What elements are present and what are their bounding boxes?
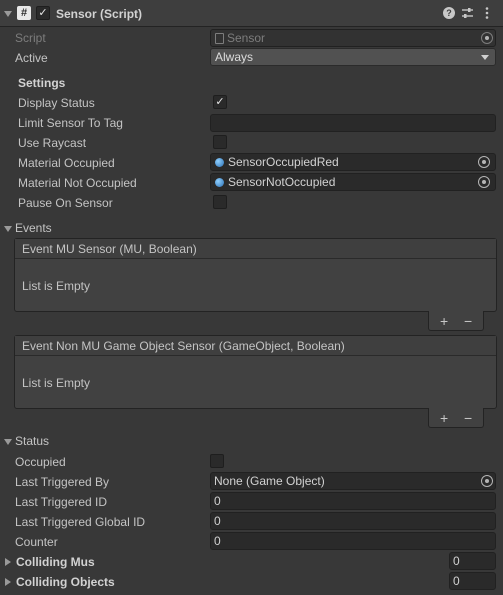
object-picker-icon[interactable] bbox=[481, 32, 493, 44]
colliding-mus-foldout-arrow[interactable] bbox=[5, 558, 11, 566]
colliding-objects-foldout-arrow[interactable] bbox=[5, 578, 11, 586]
status-heading[interactable]: Status bbox=[15, 433, 49, 449]
colliding-mus-count-value: 0 bbox=[453, 554, 460, 568]
event-mu-sensor-header: Event MU Sensor (MU, Boolean) bbox=[15, 239, 496, 259]
object-picker-icon[interactable] bbox=[478, 176, 490, 188]
event-mu-sensor-footer: + − bbox=[428, 311, 484, 331]
event-non-mu-sensor-empty: List is Empty bbox=[22, 376, 91, 390]
display-status-checkbox[interactable]: ✓ bbox=[213, 95, 227, 109]
active-dropdown[interactable]: Always bbox=[210, 48, 496, 66]
colliding-objects-label[interactable]: Colliding Objects bbox=[16, 574, 115, 590]
last-triggered-by-field[interactable]: None (Game Object) bbox=[210, 472, 496, 490]
last-triggered-global-id-label: Last Triggered Global ID bbox=[15, 515, 146, 529]
last-triggered-global-id-value: 0 bbox=[214, 514, 221, 528]
counter-field[interactable]: 0 bbox=[210, 532, 496, 550]
material-occupied-field[interactable]: SensorOccupiedRed bbox=[210, 153, 496, 171]
last-triggered-id-value: 0 bbox=[214, 494, 221, 508]
context-menu-icon[interactable] bbox=[484, 6, 490, 20]
script-field[interactable]: Sensor bbox=[210, 29, 496, 47]
object-picker-icon[interactable] bbox=[478, 156, 490, 168]
remove-listener-button[interactable]: − bbox=[464, 411, 472, 425]
colliding-objects-count[interactable]: 0 bbox=[449, 572, 496, 590]
last-triggered-global-id-field[interactable]: 0 bbox=[210, 512, 496, 530]
object-picker-icon[interactable] bbox=[481, 475, 493, 487]
pause-on-sensor-label: Pause On Sensor bbox=[18, 196, 113, 210]
limit-sensor-to-tag-field[interactable] bbox=[210, 114, 496, 132]
settings-heading: Settings bbox=[18, 76, 66, 90]
event-non-mu-sensor-box: Event Non MU Game Object Sensor (GameObj… bbox=[14, 335, 497, 409]
use-raycast-checkbox[interactable] bbox=[213, 135, 227, 149]
events-heading[interactable]: Events bbox=[15, 220, 52, 236]
colliding-objects-count-value: 0 bbox=[453, 574, 460, 588]
material-icon bbox=[215, 158, 224, 167]
display-status-label: Display Status bbox=[18, 96, 95, 110]
colliding-mus-label[interactable]: Colliding Mus bbox=[16, 554, 95, 570]
component-enabled-checkbox[interactable]: ✓ bbox=[36, 6, 50, 20]
status-foldout-arrow[interactable] bbox=[4, 439, 12, 445]
event-mu-sensor-title: Event MU Sensor (MU, Boolean) bbox=[22, 242, 197, 256]
event-non-mu-sensor-footer: + − bbox=[428, 408, 484, 428]
last-triggered-by-value: None (Game Object) bbox=[214, 474, 325, 488]
last-triggered-id-label: Last Triggered ID bbox=[15, 495, 108, 509]
event-non-mu-sensor-header: Event Non MU Game Object Sensor (GameObj… bbox=[15, 336, 496, 356]
foldout-arrow[interactable] bbox=[4, 11, 12, 17]
script-field-value: Sensor bbox=[227, 31, 266, 45]
events-foldout-arrow[interactable] bbox=[4, 226, 12, 232]
last-triggered-id-field[interactable]: 0 bbox=[210, 492, 496, 510]
limit-sensor-to-tag-label: Limit Sensor To Tag bbox=[18, 116, 123, 130]
component-title: Sensor (Script) bbox=[56, 7, 143, 21]
event-non-mu-sensor-title: Event Non MU Game Object Sensor (GameObj… bbox=[22, 339, 345, 353]
event-mu-sensor-box: Event MU Sensor (MU, Boolean) List is Em… bbox=[14, 238, 497, 312]
pause-on-sensor-checkbox[interactable] bbox=[213, 195, 227, 209]
presets-icon[interactable] bbox=[461, 7, 474, 20]
counter-label: Counter bbox=[15, 535, 58, 549]
active-label: Active bbox=[15, 51, 48, 65]
counter-value: 0 bbox=[214, 534, 221, 548]
component-header: # ✓ Sensor (Script) ? bbox=[0, 0, 503, 27]
script-file-icon bbox=[215, 33, 224, 44]
dropdown-arrow-icon bbox=[481, 55, 489, 60]
script-label: Script bbox=[15, 31, 46, 45]
material-occupied-value: SensorOccupiedRed bbox=[228, 155, 339, 169]
material-not-occupied-field[interactable]: SensorNotOccupied bbox=[210, 173, 496, 191]
colliding-mus-count[interactable]: 0 bbox=[449, 552, 496, 570]
event-mu-sensor-empty: List is Empty bbox=[22, 279, 91, 293]
material-not-occupied-value: SensorNotOccupied bbox=[228, 175, 336, 189]
occupied-checkbox[interactable] bbox=[210, 454, 224, 468]
last-triggered-by-label: Last Triggered By bbox=[15, 475, 110, 489]
add-listener-button[interactable]: + bbox=[440, 411, 448, 425]
use-raycast-label: Use Raycast bbox=[18, 136, 87, 150]
material-occupied-label: Material Occupied bbox=[18, 156, 115, 170]
material-not-occupied-label: Material Not Occupied bbox=[18, 176, 137, 190]
remove-listener-button[interactable]: − bbox=[464, 314, 472, 328]
material-icon bbox=[215, 178, 224, 187]
occupied-label: Occupied bbox=[15, 455, 66, 469]
help-icon[interactable]: ? bbox=[443, 7, 455, 19]
active-dropdown-value: Always bbox=[215, 50, 254, 64]
script-icon: # bbox=[17, 6, 31, 20]
add-listener-button[interactable]: + bbox=[440, 314, 448, 328]
